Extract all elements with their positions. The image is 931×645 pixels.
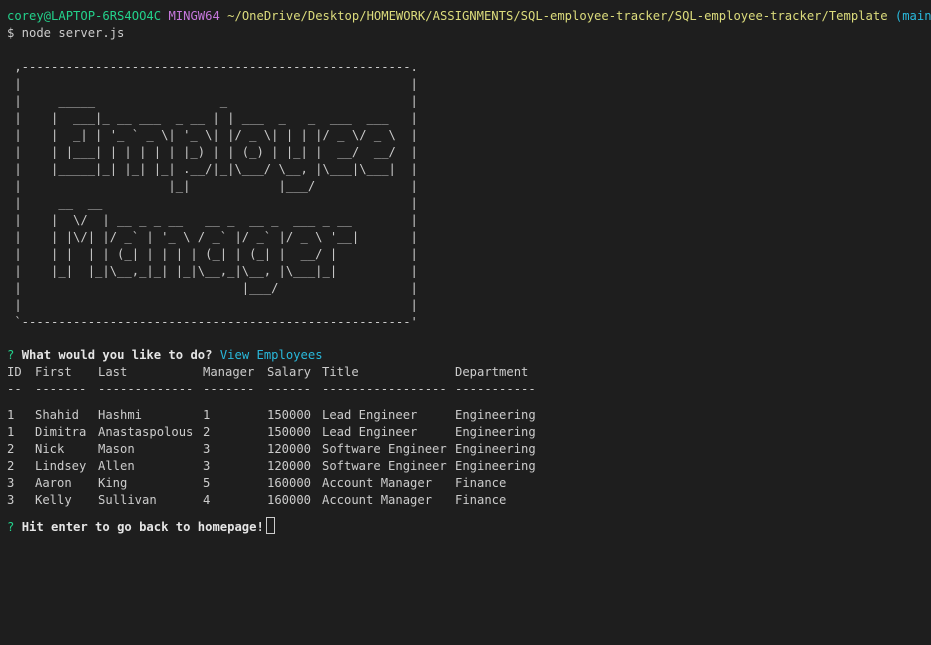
cell-id: 3 bbox=[7, 493, 15, 507]
cell-id: 1 bbox=[7, 425, 15, 439]
table-divider-row: -- ------- ------------- ------- ------ … bbox=[7, 381, 536, 398]
cell-title: Account Manager bbox=[322, 476, 433, 490]
ascii-banner: ,---------------------------------------… bbox=[14, 60, 418, 329]
command-line: $ node server.js bbox=[7, 26, 125, 40]
terminal-window[interactable]: corey@LAPTOP-6RS4OO4C MINGW64 ~/OneDrive… bbox=[0, 0, 931, 534]
shell-prompt-line: corey@LAPTOP-6RS4OO4C MINGW64 ~/OneDrive… bbox=[7, 8, 931, 25]
question-line: ? What would you like to do? View Employ… bbox=[7, 347, 323, 364]
cell-last: Allen bbox=[98, 459, 135, 473]
cell-manager: 2 bbox=[203, 425, 211, 439]
footer-prompt-text: Hit enter to go back to homepage! bbox=[21, 520, 264, 534]
cell-first: Shahid bbox=[35, 408, 80, 422]
column-divider: ----------- bbox=[455, 382, 536, 396]
question-text: What would you like to do? bbox=[21, 348, 213, 362]
table-row: 1 Dimitra Anastaspolous 2 150000 Lead En… bbox=[7, 424, 536, 441]
column-header: Title bbox=[322, 365, 359, 379]
cell-last: Mason bbox=[98, 442, 135, 456]
cell-last: Sullivan bbox=[98, 493, 157, 507]
cell-id: 2 bbox=[7, 459, 15, 473]
cell-manager: 3 bbox=[203, 459, 211, 473]
table-header-row: ID First Last Manager Salary Title Depar… bbox=[7, 364, 528, 381]
shell-name: MINGW64 bbox=[168, 9, 220, 23]
column-divider: ------------- bbox=[98, 382, 194, 396]
column-header: Last bbox=[98, 365, 128, 379]
column-header: Manager bbox=[203, 365, 255, 379]
cell-title: Lead Engineer bbox=[322, 425, 418, 439]
cell-first: Lindsey bbox=[35, 459, 87, 473]
cell-last: King bbox=[98, 476, 128, 490]
cell-department: Finance bbox=[455, 493, 507, 507]
cell-salary: 160000 bbox=[267, 476, 312, 490]
cell-salary: 150000 bbox=[267, 425, 312, 439]
column-divider: ------- bbox=[203, 382, 255, 396]
cell-id: 3 bbox=[7, 476, 15, 490]
table-spacer bbox=[7, 398, 51, 407]
table-row: 2 Nick Mason 3 120000 Software Engineer … bbox=[7, 441, 536, 458]
cell-manager: 4 bbox=[203, 493, 211, 507]
cell-title: Software Engineer bbox=[322, 442, 447, 456]
cell-manager: 5 bbox=[203, 476, 211, 490]
table-row: 2 Lindsey Allen 3 120000 Software Engine… bbox=[7, 458, 536, 475]
table-row: 3 Aaron King 5 160000 Account Manager Fi… bbox=[7, 475, 506, 492]
cell-title: Software Engineer bbox=[322, 459, 447, 473]
question-mark: ? bbox=[7, 520, 15, 534]
cell-last: Anastaspolous bbox=[98, 425, 194, 439]
question-answer: View Employees bbox=[219, 348, 323, 362]
cell-department: Engineering bbox=[455, 459, 536, 473]
cell-salary: 120000 bbox=[267, 442, 312, 456]
question-mark: ? bbox=[7, 348, 15, 362]
table-row: 3 Kelly Sullivan 4 160000 Account Manage… bbox=[7, 492, 506, 509]
text-cursor[interactable] bbox=[265, 517, 275, 534]
column-header: ID bbox=[7, 365, 22, 379]
cell-salary: 120000 bbox=[267, 459, 312, 473]
cell-manager: 3 bbox=[203, 442, 211, 456]
user-host: corey@LAPTOP-6RS4OO4C bbox=[7, 9, 162, 23]
cell-salary: 150000 bbox=[267, 408, 312, 422]
cell-first: Dimitra bbox=[35, 425, 87, 439]
cell-id: 2 bbox=[7, 442, 15, 456]
cell-department: Engineering bbox=[455, 425, 536, 439]
cell-id: 1 bbox=[7, 408, 15, 422]
cell-title: Lead Engineer bbox=[322, 408, 418, 422]
cell-first: Aaron bbox=[35, 476, 72, 490]
cell-department: Engineering bbox=[455, 442, 536, 456]
column-header: Salary bbox=[267, 365, 312, 379]
footer-prompt-line: ? Hit enter to go back to homepage! bbox=[7, 517, 275, 534]
cell-manager: 1 bbox=[203, 408, 211, 422]
column-divider: ------- bbox=[35, 382, 87, 396]
cell-title: Account Manager bbox=[322, 493, 433, 507]
cell-first: Kelly bbox=[35, 493, 72, 507]
cell-department: Engineering bbox=[455, 408, 536, 422]
column-header: Department bbox=[455, 365, 529, 379]
column-divider: ----------------- bbox=[322, 382, 447, 396]
column-header: First bbox=[35, 365, 72, 379]
table-row: 1 Shahid Hashmi 1 150000 Lead Engineer E… bbox=[7, 407, 536, 424]
cell-first: Nick bbox=[35, 442, 65, 456]
column-divider: ------ bbox=[267, 382, 312, 396]
git-branch: (main) bbox=[894, 9, 931, 23]
cell-salary: 160000 bbox=[267, 493, 312, 507]
employee-table: ID First Last Manager Salary Title Depar… bbox=[7, 364, 536, 509]
cell-last: Hashmi bbox=[98, 408, 143, 422]
working-directory: ~/OneDrive/Desktop/HOMEWORK/ASSIGNMENTS/… bbox=[227, 9, 888, 23]
column-divider: -- bbox=[7, 382, 22, 396]
cell-department: Finance bbox=[455, 476, 507, 490]
